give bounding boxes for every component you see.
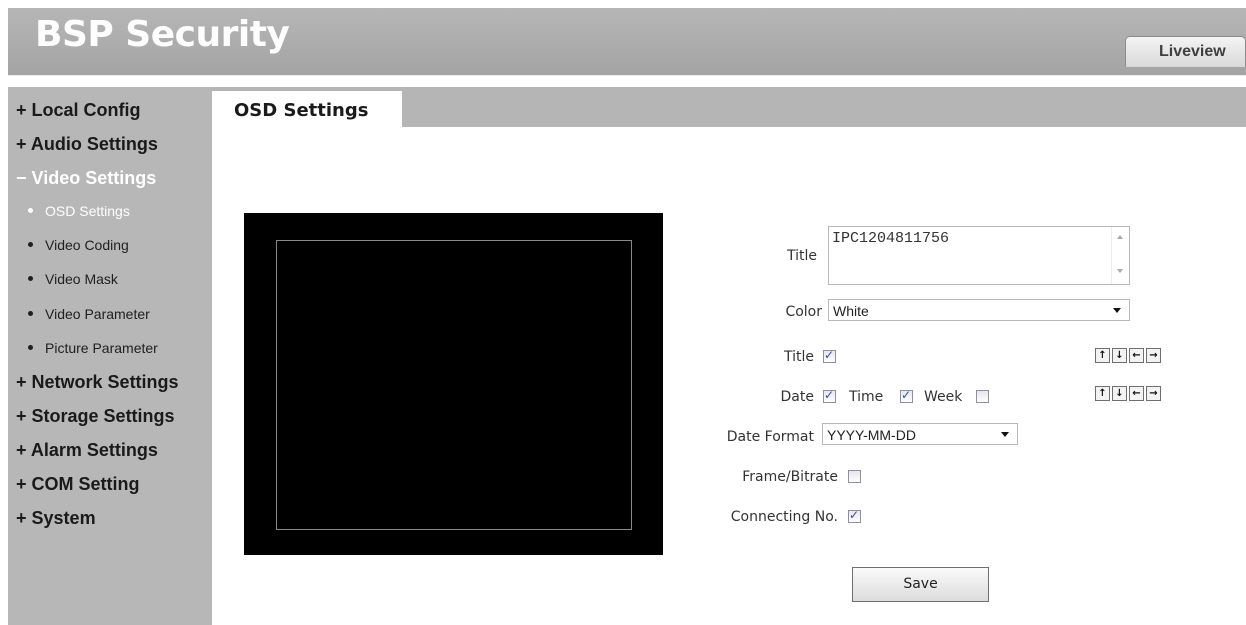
arrow-down-button[interactable]: ↓: [1112, 386, 1127, 401]
brand-logo: BSP Security: [35, 14, 290, 55]
arrow-down-button[interactable]: ↓: [1112, 348, 1127, 363]
date-checkbox[interactable]: [823, 388, 836, 403]
chevron-down-icon: [1113, 308, 1121, 313]
sidebar-item-label: Alarm Settings: [30, 440, 158, 460]
osd-area-frame: [276, 240, 632, 530]
sidebar-subitem-video-coding[interactable]: Video Coding: [28, 237, 129, 253]
date-format-value: YYYY-MM-DD: [827, 427, 916, 443]
title-textarea[interactable]: IPC1204811756: [828, 226, 1130, 285]
expand-icon: +: [16, 440, 27, 460]
title-text-label: Title: [786, 248, 817, 264]
week-checkbox[interactable]: [976, 390, 989, 403]
sidebar-subitem-video-parameter[interactable]: Video Parameter: [28, 306, 150, 322]
sidebar-item-local-config[interactable]: + Local Config: [16, 100, 141, 121]
time-checkbox[interactable]: [900, 388, 913, 403]
date-label: Date: [780, 389, 814, 405]
expand-icon: +: [16, 100, 27, 120]
frame-bitrate-checkbox[interactable]: [848, 470, 861, 483]
chevron-down-icon: [1001, 432, 1009, 437]
date-format-label: Date Format: [726, 429, 814, 445]
arrow-right-button[interactable]: →: [1146, 348, 1161, 363]
video-preview[interactable]: [244, 213, 663, 555]
sidebar-subitem-label: OSD Settings: [45, 203, 130, 219]
arrow-up-button[interactable]: ↑: [1095, 386, 1110, 401]
arrow-right-button[interactable]: →: [1146, 386, 1161, 401]
sidebar-item-label: System: [31, 508, 96, 528]
sidebar-item-alarm-settings[interactable]: + Alarm Settings: [16, 440, 158, 461]
sidebar-item-audio-settings[interactable]: + Audio Settings: [16, 134, 158, 155]
bullet-icon: [28, 344, 33, 350]
sidebar-subitem-label: Picture Parameter: [45, 340, 158, 356]
sidebar-subitem-label: Video Coding: [45, 237, 129, 253]
arrow-up-button[interactable]: ↑: [1095, 348, 1110, 363]
color-select[interactable]: White: [828, 299, 1130, 321]
sidebar-subitem-video-mask[interactable]: Video Mask: [28, 271, 118, 287]
sidebar-item-system[interactable]: + System: [16, 508, 96, 529]
title-textarea-value: IPC1204811756: [832, 230, 950, 247]
collapse-icon: −: [16, 168, 27, 188]
sidebar-item-label: Storage Settings: [31, 406, 175, 426]
expand-icon: +: [16, 508, 27, 528]
color-label: Color: [785, 304, 822, 320]
sidebar-subitem-label: Video Parameter: [45, 306, 150, 322]
sidebar-item-label: Local Config: [31, 100, 141, 120]
connecting-no-label: Connecting No.: [730, 509, 838, 525]
liveview-tab[interactable]: Liveview: [1125, 36, 1246, 67]
title-show-checkbox[interactable]: [823, 348, 836, 363]
sidebar-item-label: Video Settings: [31, 168, 157, 188]
bullet-icon: [28, 310, 33, 316]
bullet-icon: [28, 207, 33, 213]
frame-bitrate-label: Frame/Bitrate: [742, 469, 838, 485]
sidebar-item-storage-settings[interactable]: + Storage Settings: [16, 406, 175, 427]
save-button[interactable]: Save: [852, 567, 989, 602]
scroll-up-icon: [1117, 235, 1123, 239]
sidebar-item-label: Audio Settings: [30, 134, 158, 154]
sidebar-subitem-osd-settings[interactable]: OSD Settings: [28, 203, 130, 219]
sidebar-subitem-label: Video Mask: [45, 271, 118, 287]
sidebar-item-network-settings[interactable]: + Network Settings: [16, 372, 179, 393]
expand-icon: +: [16, 406, 27, 426]
week-label: Week: [924, 389, 963, 405]
arrow-left-button[interactable]: ←: [1129, 348, 1144, 363]
sidebar-item-com-setting[interactable]: + COM Setting: [16, 474, 140, 495]
date-format-select[interactable]: YYYY-MM-DD: [822, 423, 1018, 445]
sidebar-item-video-settings[interactable]: − Video Settings: [16, 168, 156, 189]
sidebar-item-label: COM Setting: [31, 474, 140, 494]
bullet-icon: [28, 241, 33, 247]
color-select-value: White: [833, 303, 869, 319]
expand-icon: +: [16, 134, 27, 154]
tab-osd-settings[interactable]: OSD Settings: [212, 91, 402, 127]
time-label: Time: [849, 389, 884, 405]
bullet-icon: [28, 275, 33, 281]
header-divider: [8, 75, 1246, 76]
arrow-left-button[interactable]: ←: [1129, 386, 1144, 401]
sidebar-subitem-picture-parameter[interactable]: Picture Parameter: [28, 340, 158, 356]
textarea-scrollbar[interactable]: [1111, 227, 1129, 284]
sidebar-item-label: Network Settings: [31, 372, 179, 392]
connecting-no-checkbox[interactable]: [848, 508, 861, 523]
scroll-down-icon: [1117, 269, 1123, 273]
expand-icon: +: [16, 372, 27, 392]
title-show-label: Title: [783, 349, 814, 365]
sidebar: + Local Config + Audio Settings − Video …: [8, 87, 212, 625]
header-bar: BSP Security: [8, 8, 1246, 75]
expand-icon: +: [16, 474, 27, 494]
